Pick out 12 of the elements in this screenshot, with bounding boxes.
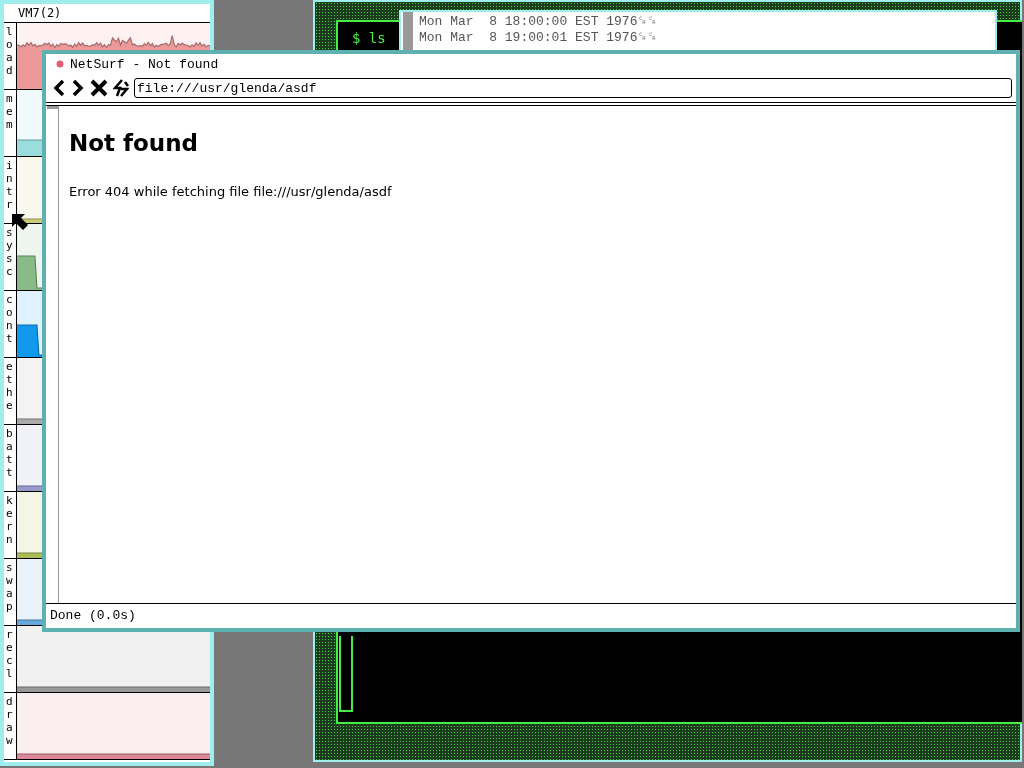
date-line: Mon Mar 8 18:00:00 EST 1976␍␍: [419, 14, 658, 30]
app-icon: [56, 60, 64, 68]
status-text: Done (0.0s): [46, 603, 1016, 628]
reload-button[interactable]: [111, 79, 131, 97]
error-message: Error 404 while fetching file file:///usr/glenda/asdf: [69, 184, 392, 199]
scrollbar: [403, 12, 413, 52]
date-line: Mon Mar 8 19:00:01 EST 1976␍␍: [419, 30, 658, 46]
terminal-text: $ ls: [352, 30, 386, 46]
page-heading: Not found: [69, 130, 199, 156]
url-field[interactable]: file:///usr/glenda/asdf: [134, 78, 1012, 98]
window-title: NetSurf - Not found: [70, 56, 219, 72]
stop-button[interactable]: [88, 79, 110, 97]
